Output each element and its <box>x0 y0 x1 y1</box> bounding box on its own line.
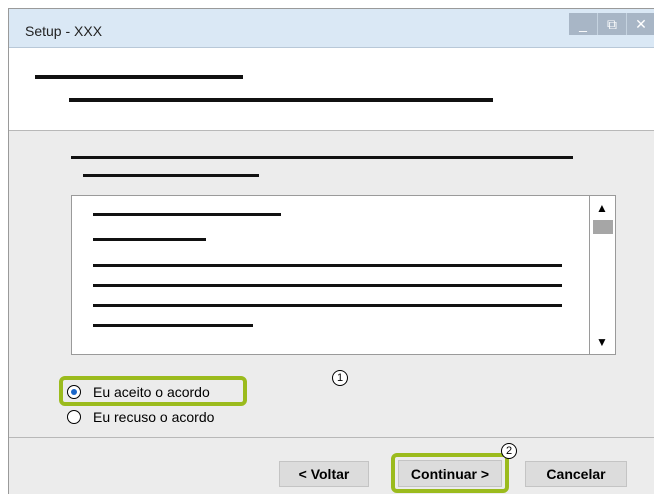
button-bar: < Voltar Continuar > Cancelar 2 <box>9 437 654 494</box>
license-text-line <box>93 264 562 267</box>
decline-label[interactable]: Eu recuso o acordo <box>93 409 214 425</box>
setup-window: Setup - XXX _ ⧉ ✕ ▲ ▼ 1 Eu aceito o acor… <box>8 8 654 494</box>
window-controls: _ ⧉ ✕ <box>569 13 654 35</box>
instruction-text-line-1 <box>71 156 573 159</box>
scroll-up-arrow-icon[interactable]: ▲ <box>596 202 608 214</box>
instruction-text-line-2 <box>83 174 259 177</box>
accept-radio[interactable] <box>67 385 81 399</box>
header-subtitle-placeholder <box>69 98 493 102</box>
restore-button[interactable]: ⧉ <box>598 13 627 35</box>
license-text-line <box>93 324 253 327</box>
callout-2-marker: 2 <box>501 443 517 459</box>
vertical-scrollbar[interactable]: ▲ ▼ <box>589 196 615 354</box>
window-title: Setup - XXX <box>25 23 103 39</box>
license-text-line <box>93 238 206 241</box>
decline-radio[interactable] <box>67 410 81 424</box>
back-button[interactable]: < Voltar <box>279 461 369 487</box>
close-button[interactable]: ✕ <box>627 13 654 35</box>
header-title-placeholder <box>35 75 243 79</box>
accept-label[interactable]: Eu aceito o acordo <box>93 384 210 400</box>
title-bar: Setup - XXX _ ⧉ ✕ <box>9 9 654 48</box>
accept-option[interactable]: Eu aceito o acordo <box>67 384 210 400</box>
callout-1-marker: 1 <box>332 370 348 386</box>
license-panel: ▲ ▼ 1 Eu aceito o acordo Eu recuso o aco… <box>9 131 654 437</box>
scroll-thumb[interactable] <box>593 220 613 234</box>
license-text-line <box>93 304 562 307</box>
license-text-line <box>93 284 562 287</box>
scroll-down-arrow-icon[interactable]: ▼ <box>596 336 608 348</box>
header-panel <box>9 48 654 131</box>
license-text-line <box>93 213 281 216</box>
continue-button[interactable]: Continuar > <box>398 460 502 487</box>
cancel-button[interactable]: Cancelar <box>525 461 627 487</box>
decline-option[interactable]: Eu recuso o acordo <box>67 409 214 425</box>
license-text-box[interactable]: ▲ ▼ <box>71 195 616 355</box>
minimize-button[interactable]: _ <box>569 13 598 35</box>
